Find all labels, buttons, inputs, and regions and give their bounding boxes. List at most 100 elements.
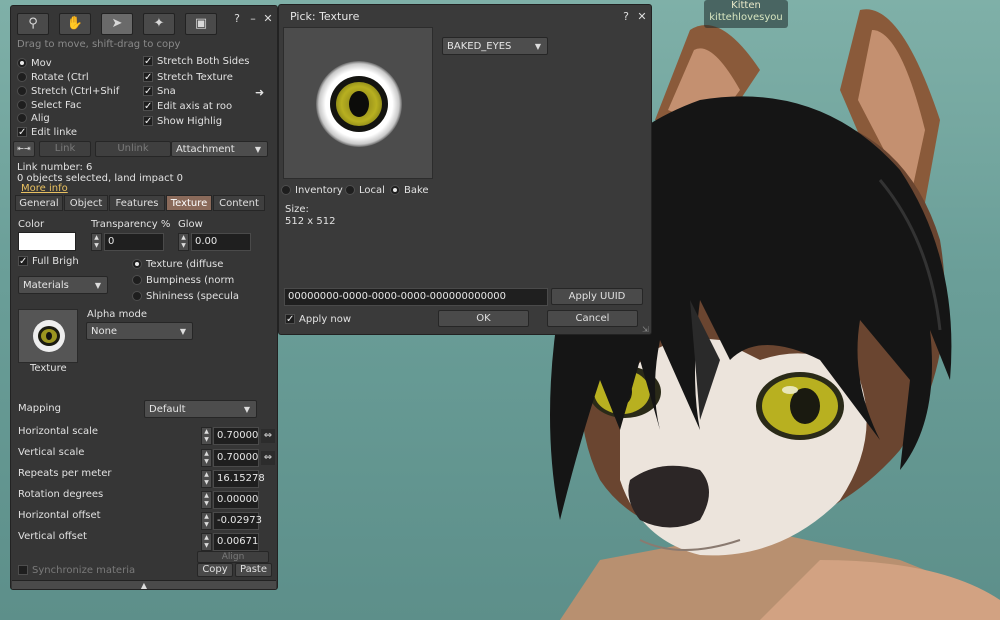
- picker-close-button[interactable]: ✕: [636, 10, 648, 24]
- bulldozer-icon[interactable]: ▣: [185, 13, 217, 35]
- mode-move-label: Mov: [31, 58, 52, 69]
- link-button[interactable]: Link: [39, 141, 91, 157]
- radio-select-face[interactable]: [17, 100, 27, 110]
- mode-move[interactable]: Mov: [17, 58, 52, 70]
- mode-stretch[interactable]: Stretch (Ctrl+Shif: [17, 86, 119, 98]
- mapping-label: Mapping: [18, 403, 61, 414]
- horizontal-scale-spinner[interactable]: [201, 427, 212, 445]
- radio-stretch[interactable]: [17, 86, 27, 96]
- radio-inventory[interactable]: [281, 185, 291, 195]
- radio-move[interactable]: [17, 58, 27, 68]
- full-bright-checkbox[interactable]: ✓ Full Brigh: [18, 256, 79, 268]
- stretch-texture-checkbox[interactable]: ✓ Stretch Texture: [143, 72, 233, 84]
- mapping-dropdown[interactable]: Default ▼: [144, 400, 257, 418]
- radio-bumpiness[interactable]: [132, 275, 142, 285]
- rotation-degrees-field[interactable]: 0.00000: [213, 491, 259, 509]
- snap-check[interactable]: ✓: [143, 86, 153, 97]
- close-button[interactable]: ✕: [262, 12, 274, 26]
- tab-features[interactable]: Features: [109, 195, 165, 211]
- color-swatch[interactable]: [18, 232, 76, 251]
- apply-uuid-button[interactable]: Apply UUID: [551, 288, 643, 305]
- magic-wand-icon[interactable]: ✦: [143, 13, 175, 35]
- paste-button[interactable]: Paste: [235, 563, 272, 577]
- apply-now-label: Apply now: [299, 314, 352, 325]
- repeats-per-meter-field[interactable]: 16.15278: [213, 470, 265, 488]
- rotation-degrees-spinner[interactable]: [201, 491, 212, 509]
- radio-shininess[interactable]: [132, 291, 142, 301]
- source-bake[interactable]: Bake: [390, 185, 429, 197]
- picker-help-button[interactable]: ?: [620, 10, 632, 24]
- apply-now-check[interactable]: ✓: [285, 314, 295, 325]
- help-button[interactable]: ?: [231, 12, 243, 26]
- collapse-panel-chevron-up-icon[interactable]: ▲: [12, 580, 276, 590]
- apply-now-checkbox[interactable]: ✓ Apply now: [285, 314, 351, 326]
- stretch-both-check[interactable]: ✓: [143, 56, 153, 67]
- transparency-spinner[interactable]: [91, 233, 102, 251]
- mode-select-face[interactable]: Select Fac: [17, 100, 82, 112]
- alpha-mode-dropdown[interactable]: None ▼: [86, 322, 193, 340]
- radio-local[interactable]: [345, 185, 355, 195]
- cancel-button[interactable]: Cancel: [547, 310, 638, 327]
- snap-checkbox[interactable]: ✓ Sna: [143, 86, 176, 98]
- ok-button[interactable]: OK: [438, 310, 529, 327]
- resize-handle-icon[interactable]: ⇲: [642, 325, 651, 334]
- flip-horizontal-icon[interactable]: ⇔: [261, 429, 275, 443]
- tab-texture[interactable]: Texture: [166, 195, 212, 211]
- snap-options-arrow-icon[interactable]: ➜: [255, 87, 264, 99]
- uuid-field[interactable]: 00000000-0000-0000-0000-000000000000: [284, 288, 548, 306]
- mode-align[interactable]: Alig: [17, 113, 50, 125]
- full-bright-check[interactable]: ✓: [18, 256, 28, 267]
- sync-materials-check[interactable]: [18, 565, 28, 575]
- source-local[interactable]: Local: [345, 185, 385, 197]
- sync-materials-checkbox[interactable]: Synchronize materia: [18, 565, 135, 577]
- edit-axis-root-checkbox[interactable]: ✓ Edit axis at roo: [143, 101, 232, 113]
- attachment-dropdown[interactable]: Attachment ▼: [171, 141, 268, 157]
- edit-linked-checkbox[interactable]: ✓ Edit linke: [17, 127, 77, 139]
- repeats-per-meter-spinner[interactable]: [201, 470, 212, 488]
- show-highlight-check[interactable]: ✓: [143, 116, 153, 127]
- vertical-scale-field[interactable]: 0.70000: [213, 449, 259, 467]
- show-highlight-checkbox[interactable]: ✓ Show Highlig: [143, 116, 222, 128]
- tab-object[interactable]: Object: [64, 195, 108, 211]
- flip-vertical-icon[interactable]: ⇔: [261, 451, 275, 465]
- tab-general[interactable]: General: [15, 195, 63, 211]
- vertical-scale-spinner[interactable]: [201, 449, 212, 467]
- stretch-both-sides-checkbox[interactable]: ✓ Stretch Both Sides: [143, 56, 250, 68]
- edit-axis-check[interactable]: ✓: [143, 101, 153, 112]
- copy-button[interactable]: Copy: [197, 563, 233, 577]
- link-arrows-icon[interactable]: ⇤⇥: [13, 141, 35, 157]
- cursor-arrow-icon[interactable]: ➤: [101, 13, 133, 35]
- radio-rotate[interactable]: [17, 72, 27, 82]
- align-button[interactable]: Align: [197, 551, 269, 563]
- transparency-field[interactable]: 0: [104, 233, 164, 251]
- radio-bake[interactable]: [390, 185, 400, 195]
- vertical-scale-label: Vertical scale: [18, 447, 85, 458]
- grab-hand-icon[interactable]: ✋: [59, 13, 91, 35]
- tab-content[interactable]: Content: [213, 195, 265, 211]
- map-bumpiness[interactable]: Bumpiness (norm: [132, 275, 234, 287]
- radio-texture-diffuse[interactable]: [132, 259, 142, 269]
- horizontal-offset-label: Horizontal offset: [18, 510, 101, 521]
- stretch-texture-check[interactable]: ✓: [143, 72, 153, 83]
- map-texture-diffuse[interactable]: Texture (diffuse: [132, 259, 223, 271]
- more-info-link[interactable]: More info: [21, 183, 68, 195]
- map-shininess[interactable]: Shininess (specula: [132, 291, 239, 303]
- minimize-button[interactable]: –: [247, 12, 259, 26]
- horizontal-offset-field[interactable]: -0.02973: [213, 512, 262, 530]
- mode-rotate[interactable]: Rotate (Ctrl: [17, 72, 89, 84]
- glow-spinner[interactable]: [178, 233, 189, 251]
- source-inventory[interactable]: Inventory: [281, 185, 343, 197]
- vertical-offset-spinner[interactable]: [201, 533, 212, 551]
- source-dropdown[interactable]: BAKED_EYES ▼: [442, 37, 548, 55]
- horizontal-scale-field[interactable]: 0.70000: [213, 427, 259, 445]
- texture-thumbnail[interactable]: [18, 309, 78, 363]
- chevron-down-icon: ▼: [243, 405, 250, 414]
- magnifier-icon[interactable]: ⚲: [17, 13, 49, 35]
- horizontal-offset-spinner[interactable]: [201, 512, 212, 530]
- radio-align[interactable]: [17, 113, 27, 123]
- edit-linked-check[interactable]: ✓: [17, 127, 27, 138]
- unlink-button[interactable]: Unlink: [95, 141, 171, 157]
- materials-dropdown[interactable]: Materials ▼: [18, 276, 108, 294]
- vertical-offset-field[interactable]: 0.00671: [213, 533, 259, 551]
- glow-field[interactable]: 0.00: [191, 233, 251, 251]
